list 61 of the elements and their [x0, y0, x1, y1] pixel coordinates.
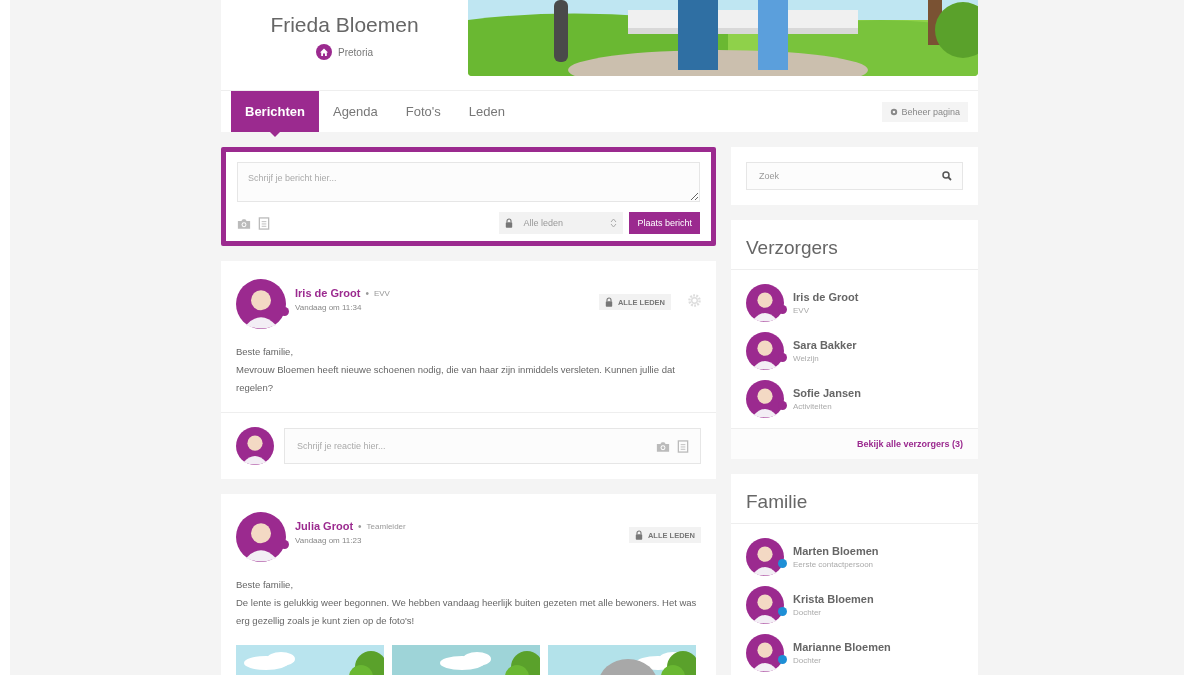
avatar — [746, 538, 784, 576]
comment-field[interactable]: Schrijf je reactie hier... — [295, 440, 650, 452]
person-role: EVV — [793, 306, 810, 315]
tab[interactable]: Leden — [454, 91, 519, 137]
avatar — [746, 586, 784, 624]
camera-icon[interactable] — [237, 216, 251, 230]
search-field[interactable]: Zoek — [757, 170, 942, 182]
person-role: Dochter — [793, 656, 822, 665]
separator-dot: • — [358, 520, 362, 532]
person-name[interactable]: Sara Bakker — [793, 339, 857, 351]
person-role: Welzijn — [793, 354, 820, 363]
gear-icon — [890, 107, 899, 116]
search-box[interactable]: Zoek — [746, 162, 963, 190]
person-name[interactable]: Marianne Bloemen — [793, 641, 891, 653]
person-role: Activiteiten — [793, 402, 833, 411]
avatar — [746, 332, 784, 370]
avatar — [236, 512, 286, 562]
section-title: Familie — [731, 474, 978, 524]
chevrons-icon — [610, 218, 618, 228]
lock-icon — [634, 530, 643, 540]
author-name[interactable]: Julia Groot — [295, 520, 354, 532]
post-text: Beste familie, — [236, 578, 295, 592]
view-all-link[interactable]: Bekijk alle verzorgers (3) — [856, 439, 963, 449]
message-field[interactable]: Schrijf je bericht hier... — [237, 162, 700, 202]
post-button[interactable]: Plaats bericht — [629, 212, 700, 234]
search-icon[interactable] — [942, 171, 952, 181]
avatar — [236, 427, 274, 465]
avatar — [236, 279, 286, 329]
tab[interactable]: Berichten — [231, 91, 319, 137]
person-role: Dochter — [793, 608, 822, 617]
home-icon — [316, 44, 332, 60]
avatar — [746, 284, 784, 322]
person-name[interactable]: Sofie Jansen — [793, 387, 861, 399]
person-role: Eerste contactpersoon — [793, 560, 875, 569]
comment-box[interactable]: Schrijf je reactie hier... — [284, 428, 701, 464]
post-text: Beste familie, — [236, 345, 295, 359]
separator-dot: • — [365, 287, 369, 299]
lock-icon — [604, 297, 613, 307]
settings-icon[interactable] — [688, 294, 701, 307]
person-name[interactable]: Krista Bloemen — [793, 593, 874, 605]
profile-name: Frieda Bloemen — [270, 13, 419, 37]
post-time: Vandaag om 11:34 — [295, 303, 363, 312]
post-text: Mevrouw Bloemen heeft nieuwe schoenen nodig, die van haar zijn inmiddels versleten. Kunnen jullie dat regelen? — [236, 363, 676, 395]
author-role: EVV — [373, 288, 390, 298]
person-name[interactable]: Marten Bloemen — [793, 545, 879, 557]
location-label: Pretoria — [338, 46, 373, 58]
post-text: De lente is gelukkig weer begonnen. We hebben vandaag heerlijk buiten gezeten met alle bewoners. Het was erg gezellig zoals je kunt zien op de foto's! — [236, 596, 698, 628]
tab[interactable]: Agenda — [318, 91, 392, 137]
lock-icon — [505, 218, 514, 228]
avatar — [746, 634, 784, 672]
post-time: Vandaag om 11:23 — [295, 536, 363, 545]
tab[interactable]: Foto's — [391, 91, 455, 137]
author-name[interactable]: Iris de Groot — [295, 287, 361, 299]
document-icon[interactable] — [676, 439, 690, 453]
document-icon[interactable] — [257, 216, 271, 230]
camera-icon[interactable] — [656, 439, 670, 453]
section-title: Verzorgers — [731, 220, 978, 270]
person-name[interactable]: Iris de Groot — [793, 291, 859, 303]
avatar — [746, 380, 784, 418]
manage-page-button[interactable]: Beheer pagina — [882, 101, 968, 122]
author-role: Teamleider — [366, 521, 406, 531]
